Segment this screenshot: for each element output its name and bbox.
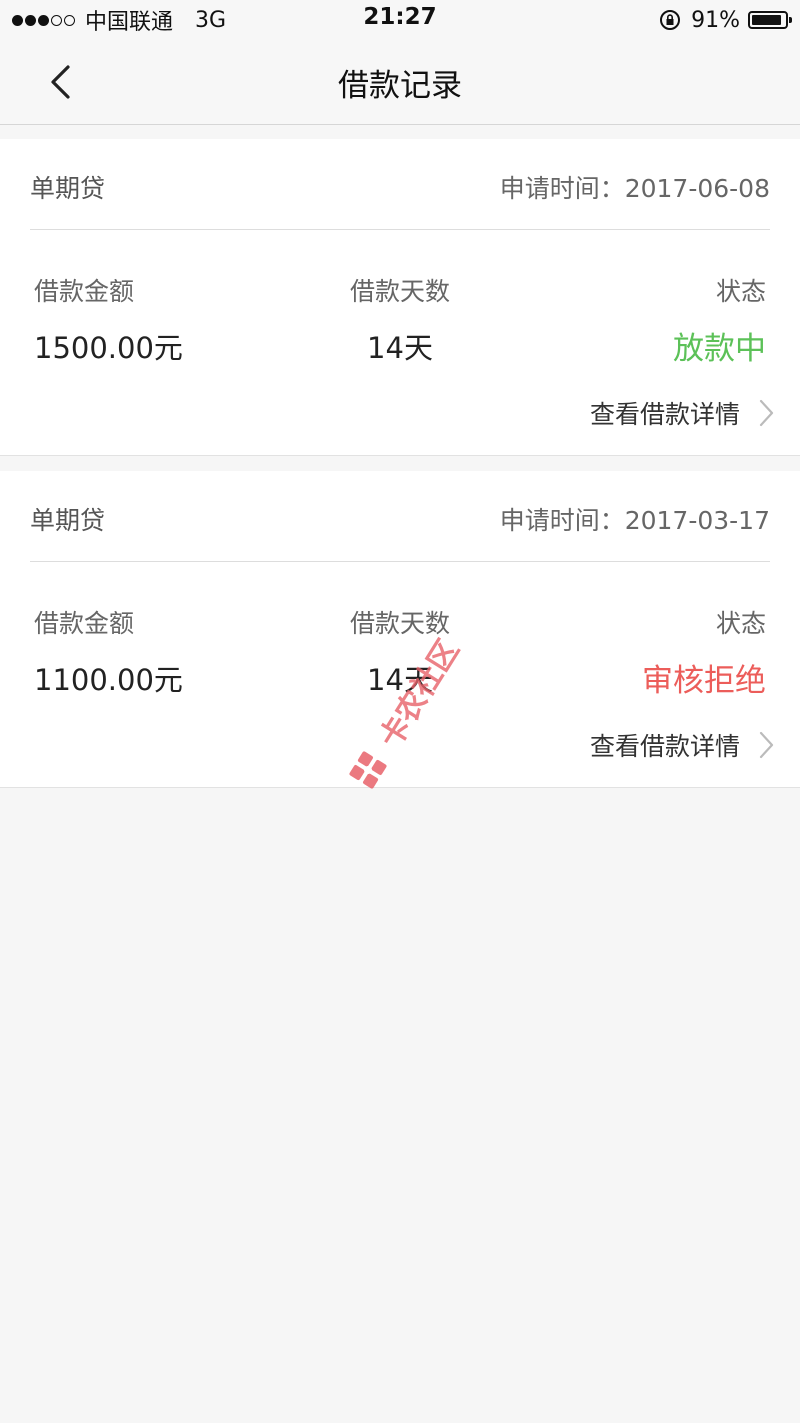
view-loan-details-link[interactable]: 查看借款详情 (590, 725, 774, 765)
apply-time: 申请时间：2017-06-08 (499, 174, 770, 203)
days-label: 借款天数 (349, 609, 450, 638)
view-loan-details-link[interactable]: 查看借款详情 (590, 393, 774, 433)
apply-time: 申请时间：2017-03-17 (499, 506, 770, 535)
navigation-bar: 借款记录 (0, 40, 800, 125)
battery-level (752, 15, 782, 25)
battery-icon (748, 11, 792, 29)
view-loan-details-label: 查看借款详情 (589, 732, 740, 761)
page-title: 借款记录 (338, 68, 462, 104)
rotation-lock-icon (659, 9, 681, 31)
product-name: 单期贷 (30, 174, 106, 203)
battery-percent: 91% (691, 7, 740, 33)
card-header: 单期贷 申请时间：2017-06-08 (30, 139, 770, 230)
status-label: 状态 (715, 277, 766, 306)
loan-record-card: 单期贷 申请时间：2017-03-17 借款金额 1100.00元 借款天数 1… (0, 471, 800, 788)
status-bar-right: 91% (659, 6, 792, 34)
product-name: 单期贷 (30, 506, 106, 535)
status-value: 审核拒绝 (642, 663, 766, 699)
chevron-right-icon (758, 730, 774, 760)
status-bar: 中国联通 3G 21:27 91% (0, 0, 800, 40)
status-label: 状态 (715, 609, 766, 638)
chevron-right-icon (758, 398, 774, 428)
days-label: 借款天数 (349, 277, 450, 306)
status-value: 放款中 (673, 331, 766, 367)
card-header: 单期贷 申请时间：2017-03-17 (30, 471, 770, 562)
loan-record-card: 单期贷 申请时间：2017-06-08 借款金额 1500.00元 借款天数 1… (0, 139, 800, 456)
view-loan-details-label: 查看借款详情 (589, 400, 740, 429)
